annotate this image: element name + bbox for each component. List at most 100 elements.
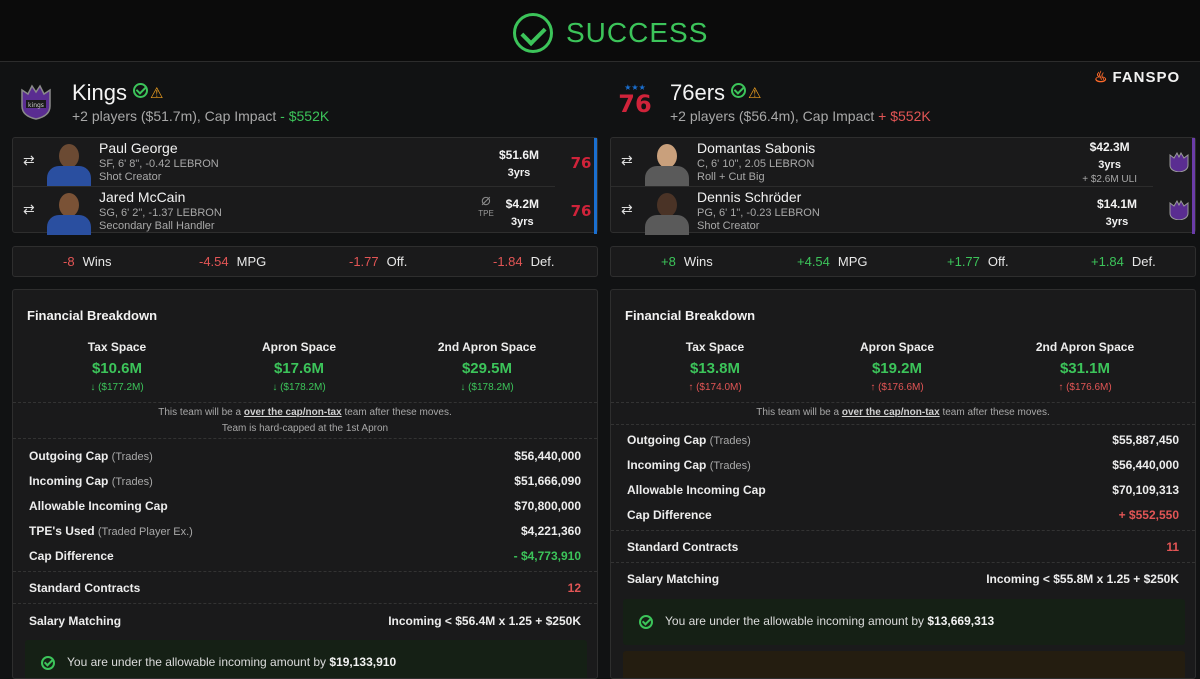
stat-mpg: -4.54 MPG bbox=[199, 254, 267, 269]
salary-matching-row: Salary Matching Incoming < $56.4M x 1.25 … bbox=[29, 614, 581, 628]
destination-76ers-icon: 76 bbox=[565, 186, 597, 234]
player-salary: $42.3M 3yrs + $2.6M ULI bbox=[1082, 140, 1137, 185]
tpe-icon[interactable]: ⌀ TPE bbox=[475, 193, 497, 219]
player-salary: $51.6M 3yrs bbox=[498, 148, 539, 179]
warning-icon[interactable]: ⚠ bbox=[748, 84, 761, 102]
team-name-76ers: 76ers ⚠ bbox=[670, 80, 762, 105]
second-apron-space: 2nd Apron Space $29.5M ↓ ($178.2M) bbox=[437, 340, 537, 393]
player-photo bbox=[41, 140, 97, 186]
swap-icon: ⇄ bbox=[23, 152, 35, 168]
outgoing-cap-row: Outgoing Cap (Trades) $56,440,000 bbox=[29, 449, 581, 463]
player-row[interactable]: ⇄ Domantas Sabonis C, 6' 10", 2.05 LEBRO… bbox=[611, 138, 1153, 186]
cap-status-link[interactable]: over the cap/non-tax bbox=[244, 407, 342, 418]
apron-space: Apron Space $19.2M ↑ ($176.6M) bbox=[859, 340, 934, 393]
stat-def: -1.84 Def. bbox=[493, 254, 555, 269]
stat-off: -1.77 Off. bbox=[349, 254, 408, 269]
stat-wins: +8 Wins bbox=[661, 254, 713, 269]
incoming-cap-row: Incoming Cap (Trades) $56,440,000 bbox=[627, 458, 1179, 472]
under-allowable-message: You are under the allowable incoming amo… bbox=[623, 599, 1185, 645]
impact-stats-76ers: +8 Wins +4.54 MPG +1.77 Off. +1.84 Def. bbox=[610, 246, 1196, 277]
divider bbox=[611, 562, 1195, 563]
check-circle-icon bbox=[639, 615, 653, 629]
under-allowable-message: You are under the allowable incoming amo… bbox=[25, 640, 587, 678]
check-icon bbox=[133, 83, 149, 98]
player-name: Dennis Schröder bbox=[697, 189, 802, 205]
tax-space: Tax Space $10.6M ↓ ($177.2M) bbox=[87, 340, 147, 393]
player-salary: $4.2M 3yrs bbox=[505, 197, 539, 228]
swap-icon: ⇄ bbox=[621, 152, 633, 168]
hard-cap-note: Team is hard-capped at the 1st Apron bbox=[221, 423, 389, 434]
trade-players-kings: ⇄ Paul George SF, 6' 8", -0.42 LEBRON Sho… bbox=[12, 137, 598, 235]
divider bbox=[611, 424, 1195, 425]
stat-off: +1.77 Off. bbox=[947, 254, 1009, 269]
cap-status-link[interactable]: over the cap/non-tax bbox=[842, 407, 940, 418]
svg-text:76: 76 bbox=[571, 154, 592, 172]
swap-icon: ⇄ bbox=[621, 201, 633, 217]
swap-icon: ⇄ bbox=[23, 201, 35, 217]
cap-difference-row: Cap Difference - $4,773,910 bbox=[29, 549, 581, 563]
kings-logo-icon: kings bbox=[18, 80, 54, 120]
check-circle-icon bbox=[41, 656, 55, 670]
impact-stats-kings: -8 Wins -4.54 MPG -1.77 Off. -1.84 Def. bbox=[12, 246, 598, 277]
standard-contracts-row: Standard Contracts 12 bbox=[29, 581, 581, 595]
divider bbox=[13, 571, 597, 572]
allowable-incoming-row: Allowable Incoming Cap $70,109,313 bbox=[627, 483, 1179, 497]
tpe-used-row: TPE's Used (Traded Player Ex.) $4,221,360 bbox=[29, 524, 581, 538]
stat-wins: -8 Wins bbox=[63, 254, 112, 269]
financial-title: Financial Breakdown bbox=[27, 308, 158, 323]
player-row[interactable]: ⇄ Dennis Schröder PG, 6' 1", -0.23 LEBRO… bbox=[611, 186, 1153, 235]
banner-title: SUCCESS bbox=[566, 17, 709, 48]
player-info: PG, 6' 1", -0.23 LEBRON Shot Creator bbox=[697, 207, 820, 232]
cap-status-note: This team will be a over the cap/non-tax… bbox=[158, 407, 452, 418]
brand-name: FANSPO bbox=[1112, 69, 1181, 86]
stat-def: +1.84 Def. bbox=[1091, 254, 1156, 269]
team-name-kings: Kings ⚠ bbox=[72, 80, 164, 105]
svg-text:kings: kings bbox=[28, 102, 44, 109]
cap-difference-row: Cap Difference + $552,550 bbox=[627, 508, 1179, 522]
destination-76ers-icon: 76 bbox=[565, 138, 597, 186]
svg-text:76: 76 bbox=[571, 202, 592, 220]
trade-players-76ers: ⇄ Domantas Sabonis C, 6' 10", 2.05 LEBRO… bbox=[610, 137, 1196, 235]
divider bbox=[13, 438, 597, 439]
cap-status-note: This team will be a over the cap/non-tax… bbox=[756, 407, 1050, 418]
player-name: Domantas Sabonis bbox=[697, 140, 816, 156]
financial-title: Financial Breakdown bbox=[625, 308, 756, 323]
player-row[interactable]: ⇄ Jared McCain SG, 6' 2", -1.37 LEBRON Se… bbox=[13, 186, 555, 235]
warning-icon[interactable]: ⚠ bbox=[150, 84, 163, 102]
player-row[interactable]: ⇄ Paul George SF, 6' 8", -0.42 LEBRON Sho… bbox=[13, 138, 555, 186]
success-check-icon bbox=[513, 13, 553, 53]
salary-matching-row: Salary Matching Incoming < $55.8M x 1.25 … bbox=[627, 572, 1179, 586]
player-info: C, 6' 10", 2.05 LEBRON Roll + Cut Big bbox=[697, 158, 815, 183]
player-photo bbox=[639, 189, 695, 235]
warning-strip bbox=[623, 651, 1185, 678]
divider bbox=[611, 402, 1195, 403]
destination-kings-icon bbox=[1163, 138, 1195, 186]
tax-space: Tax Space $13.8M ↑ ($174.0M) bbox=[685, 340, 745, 393]
player-name: Jared McCain bbox=[99, 189, 186, 205]
second-apron-space: 2nd Apron Space $31.1M ↑ ($176.6M) bbox=[1035, 340, 1135, 393]
financial-breakdown-76ers: Financial Breakdown Tax Space $13.8M ↑ ($1… bbox=[610, 289, 1196, 679]
player-salary: $14.1M 3yrs bbox=[1096, 197, 1137, 228]
apron-space: Apron Space $17.6M ↓ ($178.2M) bbox=[261, 340, 336, 393]
player-name: Paul George bbox=[99, 140, 178, 156]
team-summary-kings: +2 players ($51.7m), Cap Impact - $552K bbox=[72, 108, 330, 124]
stat-mpg: +4.54 MPG bbox=[797, 254, 868, 269]
player-photo bbox=[639, 140, 695, 186]
player-photo bbox=[41, 189, 97, 235]
player-info: SF, 6' 8", -0.42 LEBRON Shot Creator bbox=[99, 158, 219, 183]
divider bbox=[13, 402, 597, 403]
player-info: SG, 6' 2", -1.37 LEBRON Secondary Ball Ha… bbox=[99, 207, 222, 232]
success-banner: SUCCESS bbox=[0, 0, 1200, 62]
allowable-incoming-row: Allowable Incoming Cap $70,800,000 bbox=[29, 499, 581, 513]
incoming-cap-row: Incoming Cap (Trades) $51,666,090 bbox=[29, 474, 581, 488]
destination-kings-icon bbox=[1163, 186, 1195, 234]
team-summary-76ers: +2 players ($56.4m), Cap Impact + $552K bbox=[670, 108, 931, 124]
outgoing-cap-row: Outgoing Cap (Trades) $55,887,450 bbox=[627, 433, 1179, 447]
divider bbox=[611, 530, 1195, 531]
standard-contracts-row: Standard Contracts 11 bbox=[627, 540, 1179, 554]
divider bbox=[13, 603, 597, 604]
svg-text:★★★: ★★★ bbox=[624, 83, 646, 92]
financial-breakdown-kings: Financial Breakdown Tax Space $10.6M ↓ ($1… bbox=[12, 289, 598, 679]
fanspo-logo[interactable]: ♨ FANSPO bbox=[1094, 68, 1180, 86]
svg-text:76: 76 bbox=[618, 90, 651, 118]
